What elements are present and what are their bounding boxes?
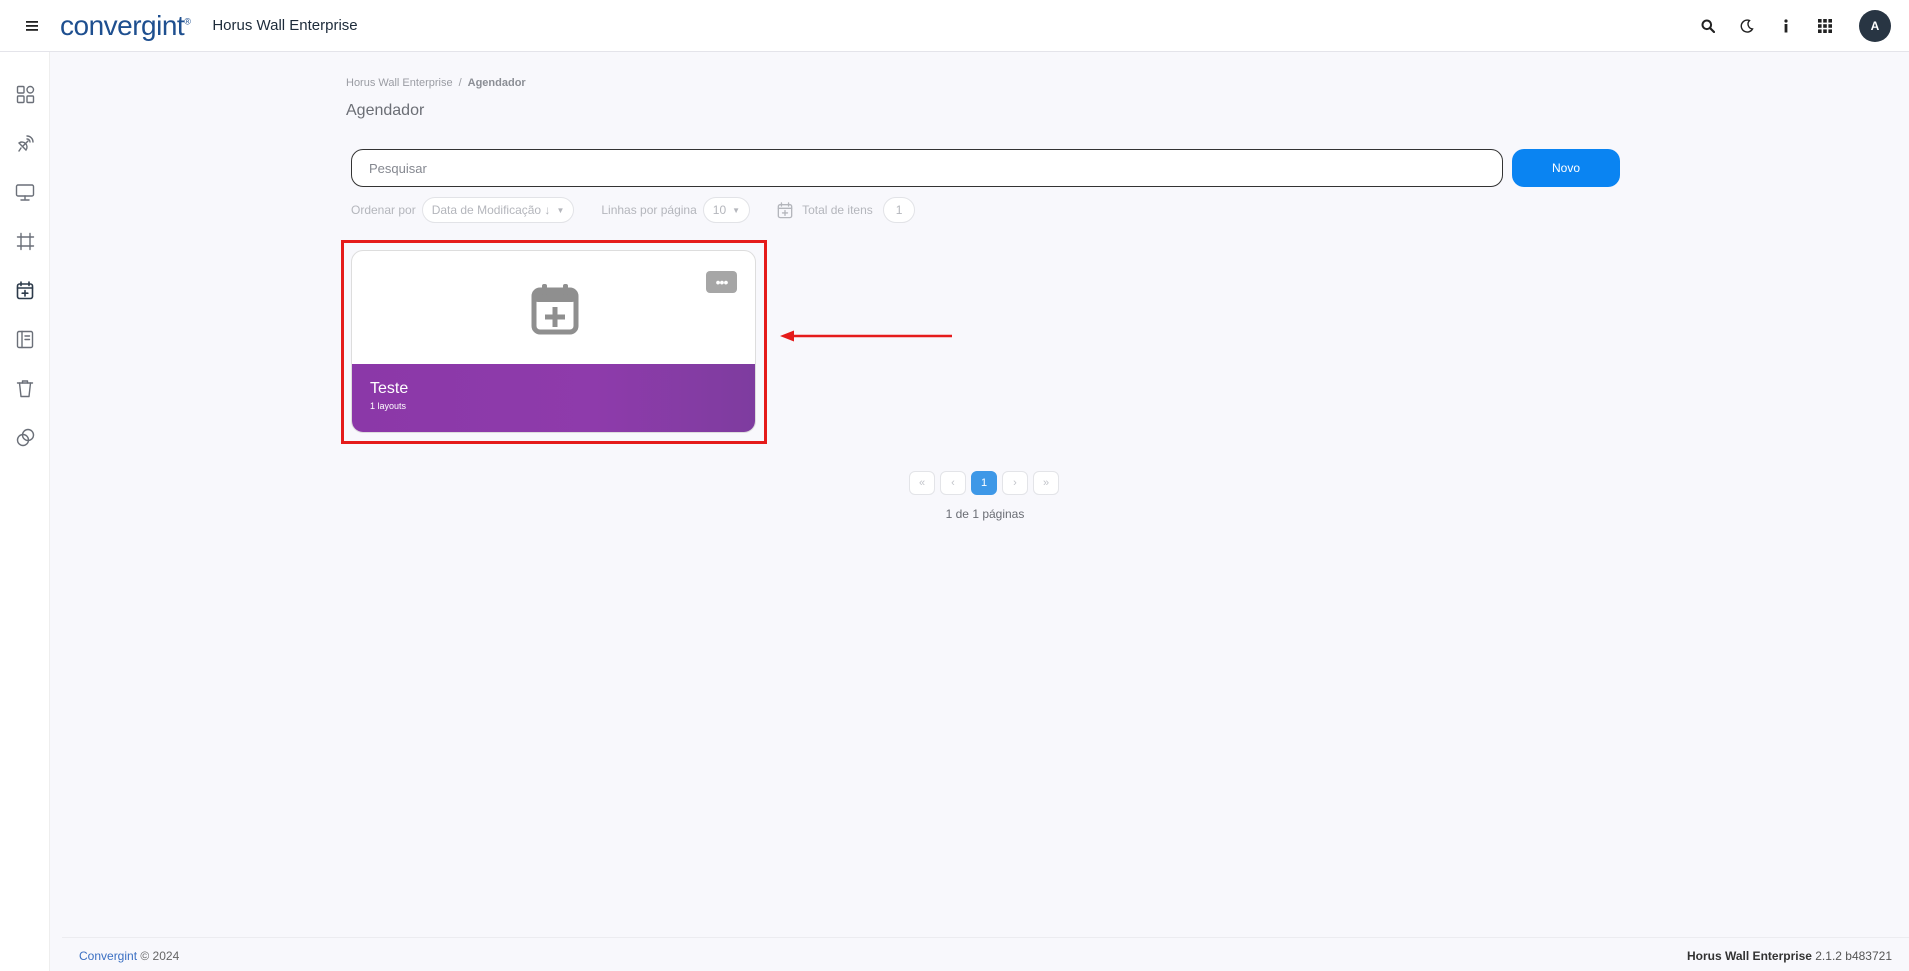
page-info: 1 de 1 páginas [945,507,1025,521]
satellite-icon[interactable] [12,130,38,156]
card-footer: Teste 1 layouts [352,364,755,432]
card-title: Teste [370,380,409,397]
search-icon[interactable] [1697,16,1718,37]
breadcrumb-current: Agendador [467,77,526,89]
trash-icon[interactable] [12,375,38,401]
rows-per-page-value: 10 [712,203,727,217]
info-icon[interactable] [1775,16,1796,37]
breadcrumb: Horus Wall Enterprise / Agendador [346,77,526,89]
chevron-down-icon: ▼ [732,205,741,215]
breadcrumb-separator: / [458,77,462,89]
chevron-down-icon: ▼ [556,205,565,215]
sort-label: Ordenar por [351,203,416,217]
book-icon[interactable] [12,326,38,352]
footer-product: Horus Wall Enterprise [1687,949,1812,963]
monitor-icon[interactable] [12,179,38,205]
annotation-arrow-icon [780,330,952,342]
frame-icon[interactable] [12,228,38,254]
footer-version: Horus Wall Enterprise 2.1.2 b483721 [1687,949,1892,963]
calendar-plus-icon [777,201,793,219]
apps-grid-icon[interactable] [1814,16,1835,37]
footer-brand-link[interactable]: Convergint [79,949,137,963]
last-page-button[interactable]: » [1033,471,1059,495]
top-bar: convergint® Horus Wall Enterprise A [0,0,1909,52]
dashboard-icon[interactable] [12,81,38,107]
card-thumbnail: ••• [352,251,755,364]
more-options-button[interactable]: ••• [706,271,737,293]
link-icon[interactable] [12,424,38,450]
footer-version-number: 2.1.2 b483721 [1811,949,1892,963]
prev-page-button[interactable]: ‹ [940,471,966,495]
hamburger-menu-icon[interactable] [0,0,64,52]
rows-per-page-select[interactable]: 10 ▼ [702,197,751,223]
footer: Convergint © 2024 Horus Wall Enterprise … [62,937,1909,971]
first-page-button[interactable]: « [909,471,935,495]
new-button[interactable]: Novo [1512,149,1620,187]
card-subtitle: 1 layouts [370,401,407,411]
total-items-label: Total de itens [802,203,873,217]
sort-select[interactable]: Data de Modificação ↓ ▼ [421,197,575,223]
footer-copyright: Convergint © 2024 [79,949,179,963]
calendar-plus-icon[interactable] [12,277,38,303]
next-page-button[interactable]: › [1002,471,1028,495]
calendar-plus-icon [531,284,579,335]
search-input[interactable] [351,149,1503,187]
moon-icon[interactable] [1736,16,1757,37]
total-items-count: 1 [882,197,916,223]
rows-per-page-label: Linhas por página [601,203,697,217]
convergint-logo[interactable]: convergint® [60,10,191,42]
user-avatar[interactable]: A [1859,10,1891,42]
footer-copyright-year: © 2024 [137,949,180,963]
app-title: Horus Wall Enterprise [212,17,358,34]
filters-bar: Ordenar por Data de Modificação ↓ ▼ Linha… [351,197,916,223]
page-title: Agendador [346,102,425,119]
pagination: « ‹ 1 › » [909,471,1059,495]
sidebar [0,52,50,971]
sort-value: Data de Modificação ↓ [431,203,551,217]
schedule-card[interactable]: ••• Teste 1 layouts [351,250,756,433]
page-button-current[interactable]: 1 [971,471,997,495]
breadcrumb-root[interactable]: Horus Wall Enterprise [346,77,453,89]
